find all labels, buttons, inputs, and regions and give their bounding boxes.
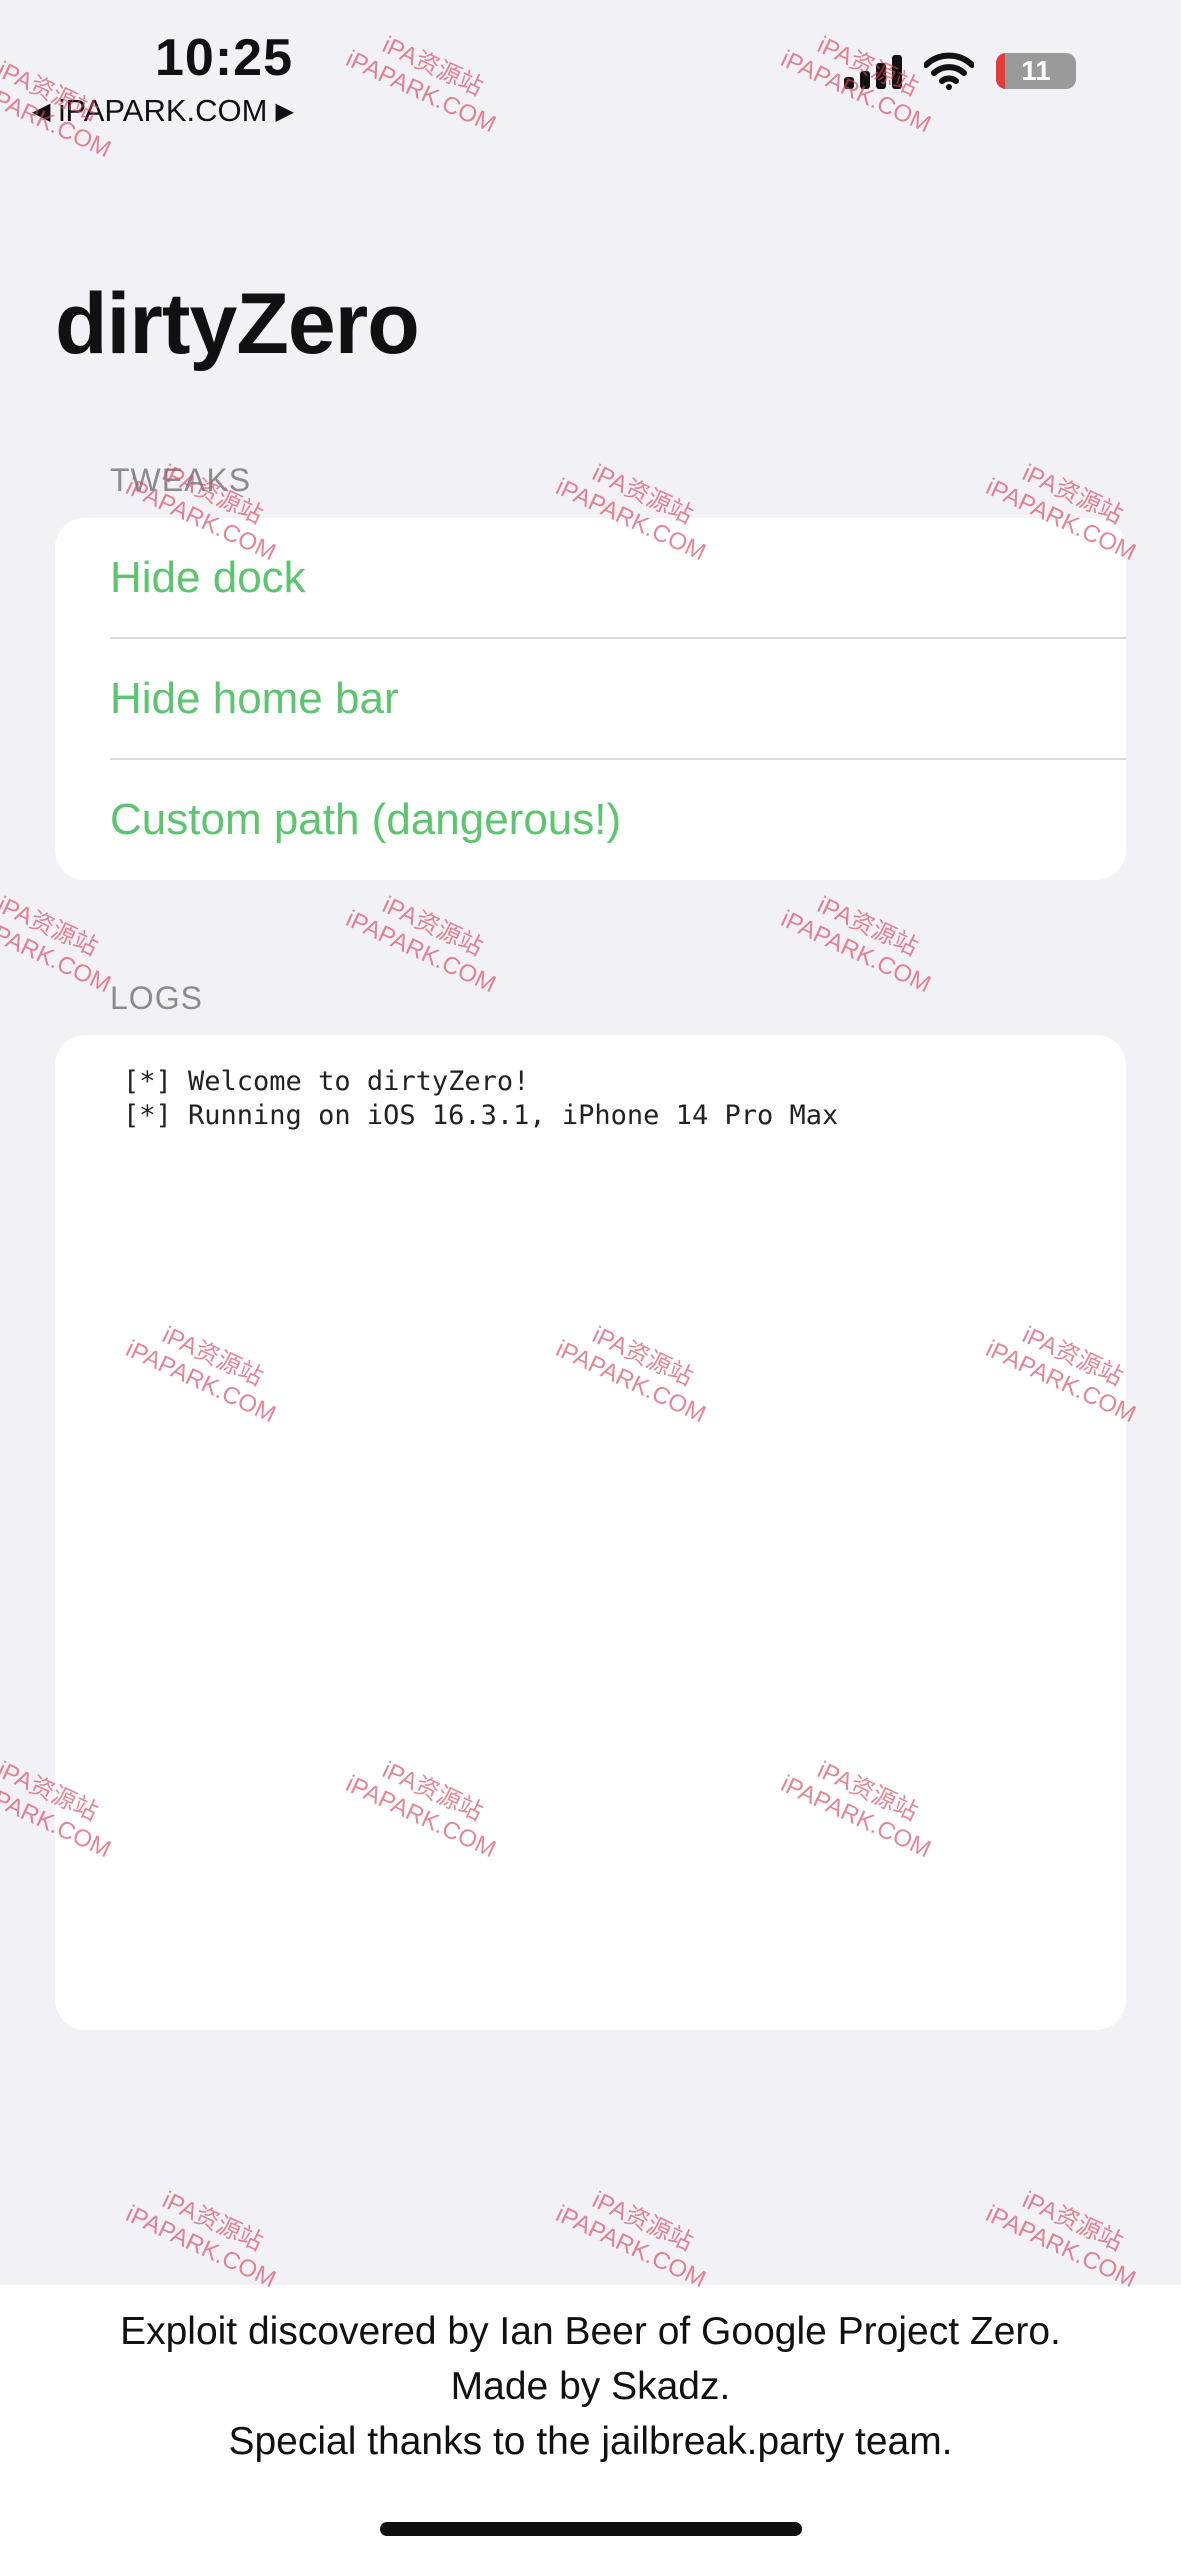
credits-line: Made by Skadz. bbox=[450, 2365, 731, 2408]
watermark-stamp: iPA资源站 iPAPARK.COM bbox=[0, 891, 115, 999]
tweak-hide-dock[interactable]: Hide dock bbox=[55, 518, 1126, 638]
tweaks-list: Hide dock Hide home bar Custom path (dan… bbox=[55, 518, 1126, 880]
wifi-icon bbox=[924, 52, 974, 90]
watermark-stamp: iPA资源站 iPAPARK.COM bbox=[121, 2186, 280, 2294]
home-indicator[interactable] bbox=[380, 2522, 802, 2536]
tweak-custom-path[interactable]: Custom path (dangerous!) bbox=[55, 760, 1126, 880]
tweak-hide-home-bar[interactable]: Hide home bar bbox=[55, 639, 1126, 759]
back-link-label: iPAPARK.COM bbox=[58, 93, 268, 128]
tweaks-section-header: TWEAKS bbox=[110, 462, 252, 498]
credits-line: Special thanks to the jailbreak.party te… bbox=[228, 2420, 953, 2463]
back-to-app-link[interactable]: ◀ iPAPARK.COM ▶ bbox=[32, 93, 294, 129]
logs-section-header: LOGS bbox=[110, 980, 203, 1016]
status-time: 10:25 bbox=[155, 29, 293, 87]
credits-footer: Exploit discovered by Ian Beer of Google… bbox=[0, 2285, 1181, 2560]
watermark-stamp: iPA资源站 iPAPARK.COM bbox=[341, 31, 500, 139]
logs-panel[interactable]: [*] Welcome to dirtyZero! [*] Running on … bbox=[55, 1035, 1126, 2030]
watermark-stamp: iPA资源站 iPAPARK.COM bbox=[341, 891, 500, 999]
back-triangle-icon: ◀ bbox=[32, 97, 51, 125]
battery-icon: 11 bbox=[996, 53, 1076, 89]
page-title: dirtyZero bbox=[55, 276, 420, 372]
battery-level: 11 bbox=[1021, 55, 1051, 86]
watermark-stamp: iPA资源站 iPAPARK.COM bbox=[551, 2186, 710, 2294]
credits-line: Exploit discovered by Ian Beer of Google… bbox=[120, 2310, 1061, 2353]
logs-text: [*] Welcome to dirtyZero! [*] Running on … bbox=[123, 1065, 838, 1133]
log-line: [*] Running on iOS 16.3.1, iPhone 14 Pro… bbox=[123, 1100, 839, 1131]
log-line: [*] Welcome to dirtyZero! bbox=[123, 1066, 530, 1097]
watermark-stamp: iPA资源站 iPAPARK.COM bbox=[981, 2186, 1140, 2294]
status-indicators: 11 bbox=[844, 52, 1076, 90]
cellular-signal-icon bbox=[844, 53, 902, 89]
watermark-stamp: iPA资源站 iPAPARK.COM bbox=[776, 891, 935, 999]
forward-triangle-icon: ▶ bbox=[275, 97, 294, 125]
